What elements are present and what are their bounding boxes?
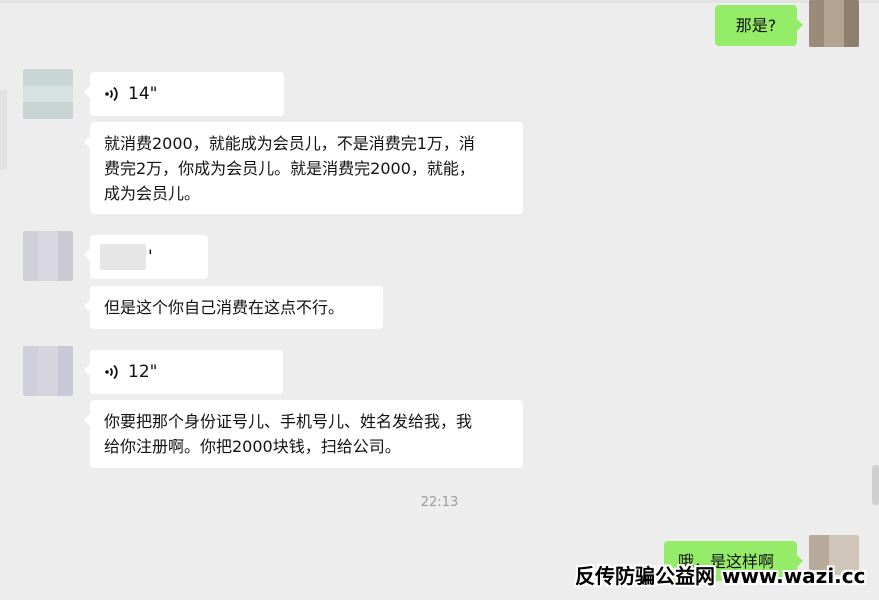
scrollbar-thumb[interactable]	[872, 465, 879, 505]
voice-wave-icon	[105, 86, 118, 102]
blurred-voice-content	[100, 244, 146, 270]
message-text: 那是?	[735, 16, 777, 35]
voice-duration: 12"	[128, 361, 158, 382]
top-divider	[0, 0, 879, 3]
avatar[interactable]	[23, 231, 73, 281]
left-edge-strip	[0, 90, 7, 170]
watermark-text: 反传防骗公益网 www.wazi.cc	[575, 564, 866, 588]
message-line: 给你注册啊。你把2000块钱，扫给公司。	[104, 437, 401, 456]
outgoing-message-bubble[interactable]: 那是?	[715, 5, 803, 46]
voice-duration: '	[148, 246, 153, 267]
voice-wave-icon	[105, 364, 118, 380]
message-timestamp: 22:13	[420, 495, 459, 510]
voice-duration: 14"	[128, 83, 158, 104]
message-line: 但是这个你自己消费在这点不行。	[104, 298, 345, 317]
incoming-message-bubble[interactable]: 但是这个你自己消费在这点不行。	[84, 286, 383, 329]
avatar[interactable]	[23, 346, 73, 396]
voice-message-bubble[interactable]: 14"	[84, 72, 284, 116]
message-line: 成为会员儿。	[104, 184, 201, 203]
incoming-message-bubble[interactable]: 就消费2000，就能成为会员儿，不是消费完1万，消 费完2万，你成为会员儿。就是…	[84, 122, 523, 214]
message-line: 你要把那个身份证号儿、手机号儿、姓名发给我，我	[104, 412, 473, 431]
incoming-message-bubble[interactable]: 你要把那个身份证号儿、手机号儿、姓名发给我，我 给你注册啊。你把2000块钱，扫…	[84, 400, 523, 468]
avatar[interactable]	[23, 69, 73, 119]
message-line: 就消费2000，就能成为会员儿，不是消费完1万，消	[104, 134, 475, 153]
message-line: 费完2万，你成为会员儿。就是消费完2000，就能，	[104, 159, 475, 178]
avatar[interactable]	[809, 0, 859, 47]
voice-message-bubble[interactable]: 12"	[84, 350, 283, 394]
voice-message-bubble[interactable]: '	[84, 235, 208, 279]
